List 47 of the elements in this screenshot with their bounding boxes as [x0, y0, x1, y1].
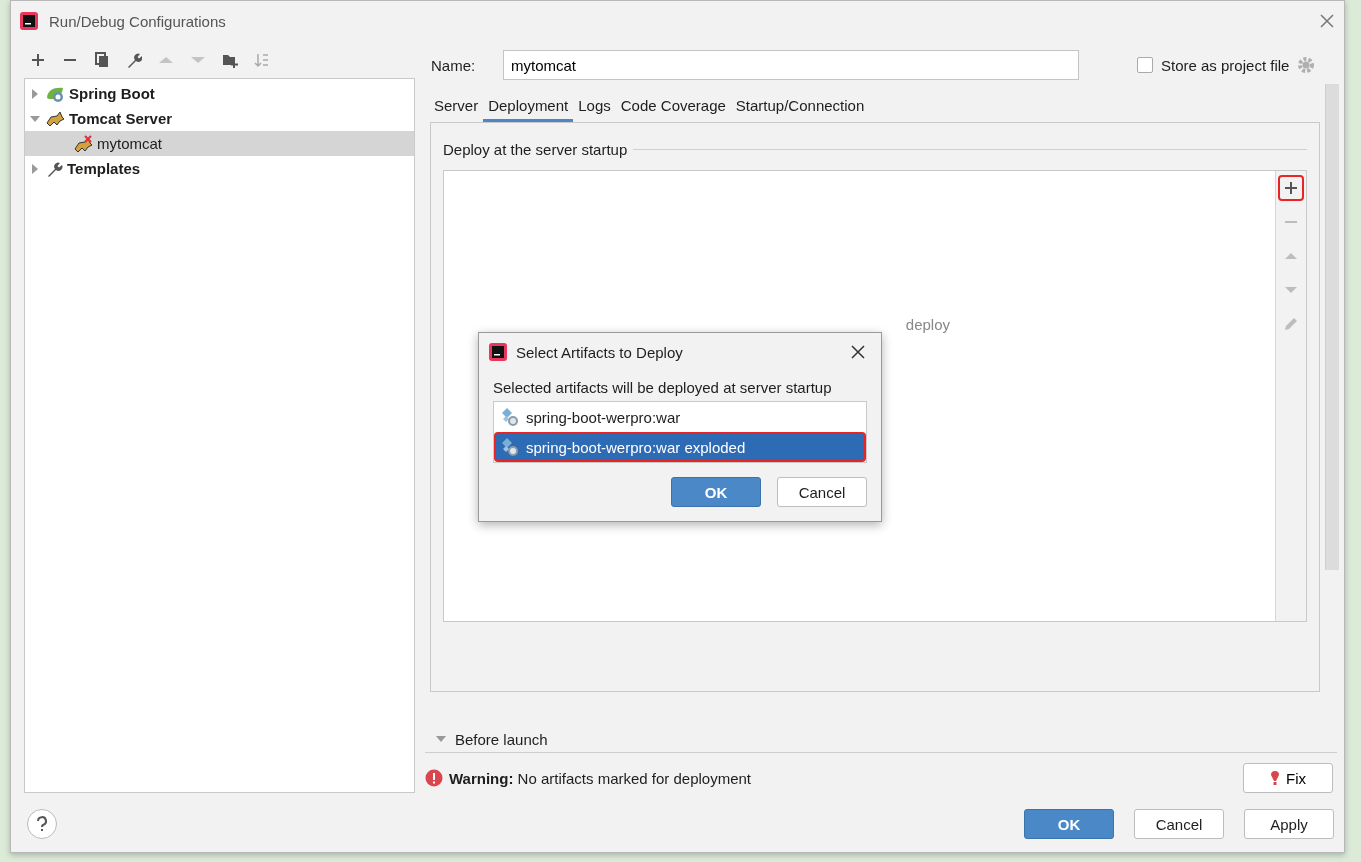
tab[interactable]: Server — [429, 92, 484, 122]
fix-button[interactable]: Fix — [1243, 763, 1333, 793]
tab[interactable]: Startup/Connection — [730, 92, 870, 122]
artifact-item[interactable]: spring-boot-werpro:war exploded — [494, 432, 866, 462]
dialog-button[interactable]: OK — [1024, 809, 1114, 839]
scrollbar[interactable] — [1325, 84, 1339, 570]
artifact-icon — [500, 437, 520, 457]
dialog-title: Select Artifacts to Deploy — [516, 343, 684, 361]
sort-icon[interactable] — [254, 51, 270, 68]
cancel-button[interactable]: Cancel — [777, 477, 867, 507]
wrench-icon[interactable] — [126, 51, 142, 68]
name-field[interactable]: mytomcat — [503, 50, 1079, 80]
dialog-description: Selected artifacts will be deployed at server startup — [493, 379, 833, 398]
tree-item[interactable]: Templates — [25, 156, 414, 181]
add-icon[interactable] — [30, 51, 46, 68]
error-icon — [425, 769, 443, 787]
store-as-project-file-checkbox[interactable]: Store as project file — [1137, 56, 1290, 74]
warning-message: Warning: No artifacts marked for deployment — [449, 769, 752, 787]
tab[interactable]: Logs — [573, 92, 616, 122]
bulb-icon — [1270, 770, 1280, 786]
settings-icon[interactable] — [1297, 56, 1316, 74]
dialog-button[interactable]: Apply — [1244, 809, 1334, 839]
cat-error-icon — [73, 134, 93, 153]
add-icon — [1283, 180, 1299, 196]
help-button[interactable] — [27, 809, 57, 839]
copy-icon[interactable] — [94, 51, 110, 68]
app-logo-icon — [19, 11, 39, 31]
app-logo-icon — [488, 342, 508, 362]
dialog-button[interactable]: Cancel — [1134, 809, 1224, 839]
edit-icon — [1283, 316, 1299, 332]
tree-item[interactable]: Spring Boot — [25, 81, 414, 106]
add-button[interactable] — [1278, 175, 1304, 201]
ok-button[interactable]: OK — [671, 477, 761, 507]
empty-list-text: deploy — [905, 316, 950, 335]
tab[interactable]: Code Coverage — [615, 92, 731, 122]
window-title: Run/Debug Configurations — [49, 12, 227, 30]
cat-icon — [45, 110, 65, 127]
tab[interactable]: Deployment — [483, 92, 574, 122]
tree-item[interactable]: mytomcat — [25, 131, 414, 156]
artifact-icon — [500, 407, 520, 427]
section-title: Deploy at the server startup — [443, 141, 628, 158]
close-button[interactable] — [849, 343, 867, 361]
before-launch-label[interactable]: Before launch — [455, 730, 548, 748]
artifact-item[interactable]: spring-boot-werpro:war — [494, 402, 866, 432]
name-label: Name: — [430, 56, 477, 74]
help-icon — [35, 816, 49, 832]
tree-item[interactable]: Tomcat Server — [25, 106, 414, 131]
